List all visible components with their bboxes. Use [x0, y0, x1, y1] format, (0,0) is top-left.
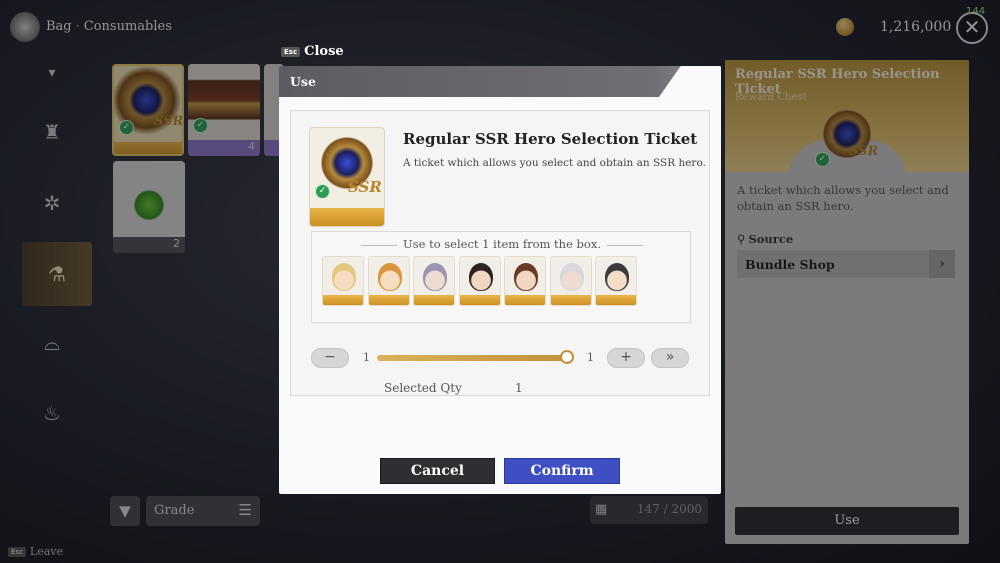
use-dialog: Use SSR ✓ Regular SSR Hero Selection Tic… — [279, 66, 721, 494]
item-name: Regular SSR Hero Selection Ticket — [403, 130, 698, 148]
increase-button[interactable]: + — [607, 348, 645, 368]
rarity-strip — [310, 208, 384, 226]
hero-portrait — [377, 263, 402, 291]
rarity-strip — [459, 295, 500, 305]
slider-handle[interactable] — [560, 350, 574, 364]
select-label: Use to select 1 item from the box. — [403, 237, 601, 251]
select-instructions: Use to select 1 item from the box. — [312, 237, 692, 251]
rarity-strip — [596, 295, 636, 305]
hero-option-blonde-hero[interactable] — [322, 256, 364, 306]
hero-portrait — [468, 263, 493, 291]
hero-portrait — [332, 263, 356, 291]
max-quantity-button[interactable]: » — [651, 348, 689, 368]
dialog-title: Use — [290, 74, 316, 89]
ssr-badge: SSR — [348, 178, 382, 196]
rarity-strip — [368, 295, 409, 305]
hero-portrait — [559, 263, 584, 291]
rarity-strip — [414, 295, 454, 305]
hero-option-hat-hero[interactable] — [595, 256, 637, 306]
selected-qty-label: Selected Qty — [384, 381, 462, 395]
quantity-slider[interactable] — [377, 350, 574, 364]
hero-option-dark-hair-hero[interactable] — [458, 256, 501, 306]
slider-fill — [377, 355, 567, 361]
hero-option-silver-hero[interactable] — [413, 256, 455, 306]
ssr-ticket-large: SSR ✓ — [309, 127, 385, 227]
rarity-strip — [505, 295, 545, 305]
confirm-button[interactable]: Confirm — [504, 458, 620, 484]
hero-option-brown-hair-hero[interactable] — [504, 256, 546, 306]
decrease-button[interactable]: − — [311, 348, 349, 368]
esc-key-icon: Esc — [281, 46, 301, 57]
hero-portrait — [605, 263, 629, 291]
check-icon: ✓ — [315, 184, 330, 199]
hero-option-white-hair-hero[interactable] — [549, 256, 592, 306]
rarity-strip — [550, 295, 591, 305]
selected-qty-value: 1 — [515, 381, 523, 395]
item-card: SSR ✓ Regular SSR Hero Selection Ticket … — [290, 110, 710, 396]
close-label: Close — [304, 44, 344, 59]
rarity-strip — [323, 295, 363, 305]
hero-portrait — [514, 263, 538, 291]
hero-option-ginger-hero[interactable] — [367, 256, 410, 306]
hero-portrait — [423, 263, 447, 291]
hero-select-box: Use to select 1 item from the box. — [311, 231, 691, 323]
cancel-button[interactable]: Cancel — [380, 458, 495, 484]
slider-max-value: 1 — [587, 351, 594, 364]
slider-min-value: 1 — [363, 351, 370, 364]
item-description: A ticket which allows you select and obt… — [403, 157, 706, 169]
dialog-header: Use — [279, 66, 721, 97]
close-button[interactable]: Esc Close — [281, 44, 344, 59]
